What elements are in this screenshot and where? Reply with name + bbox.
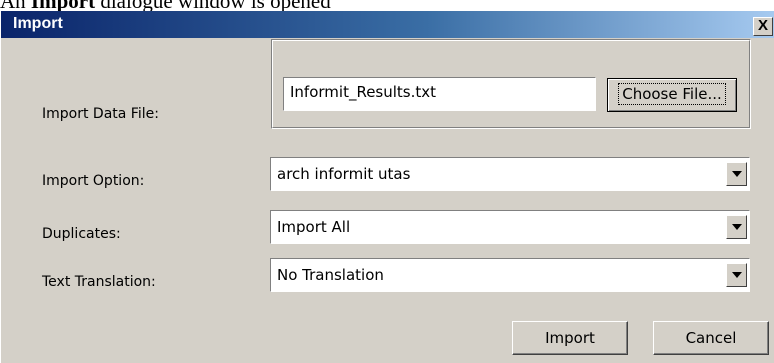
import-option-value: arch informit utas [277,165,411,183]
choose-file-button[interactable]: Choose File... [607,78,737,112]
import-data-file-label: Import Data File: [42,106,159,122]
import-option-select[interactable]: arch informit utas [270,157,750,191]
duplicates-label: Duplicates: [42,226,121,242]
cancel-button[interactable]: Cancel [653,321,769,355]
text-translation-select[interactable]: No Translation [270,258,750,292]
dialog-title: Import [13,15,63,32]
duplicates-value: Import All [277,218,351,236]
import-file-input[interactable]: Informit_Results.txt [283,77,596,111]
title-bar[interactable]: Import X [1,11,774,38]
document-caption: An Import dialogue window is opened [0,0,774,12]
close-icon: X [757,17,768,34]
close-button[interactable]: X [753,17,773,36]
text-translation-value: No Translation [277,266,384,284]
chevron-down-icon[interactable] [726,263,747,287]
text-translation-label: Text Translation: [42,274,156,290]
import-option-label: Import Option: [42,173,145,189]
duplicates-select[interactable]: Import All [270,210,750,244]
chevron-down-icon[interactable] [726,162,747,186]
import-button[interactable]: Import [512,321,628,355]
choose-file-label: Choose File... [618,83,726,105]
chevron-down-icon[interactable] [726,215,747,239]
